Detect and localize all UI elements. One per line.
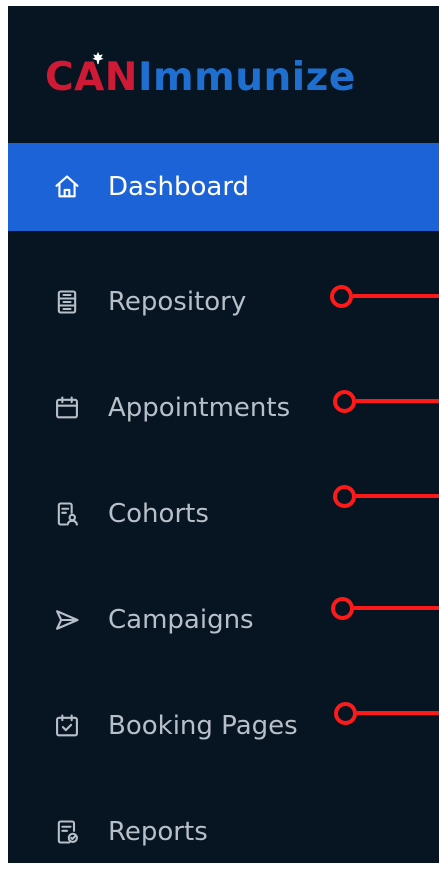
- sidebar-item-appointments[interactable]: Appointments: [8, 355, 439, 461]
- sidebar-item-dashboard[interactable]: Dashboard: [8, 143, 439, 231]
- canimmunize-logo[interactable]: CAN Immunize: [45, 48, 356, 106]
- calendar-check-icon: [52, 711, 82, 741]
- sidebar-item-campaigns[interactable]: Campaigns: [8, 567, 439, 673]
- sidebar-item-label: Reports: [108, 817, 208, 847]
- sidebar-item-label: Booking Pages: [108, 711, 298, 741]
- calendar-icon: [52, 393, 82, 423]
- home-icon: [52, 172, 82, 202]
- cohorts-icon: [52, 499, 82, 529]
- sidebar-item-reports[interactable]: Reports: [8, 779, 439, 885]
- sidebar-item-label: Appointments: [108, 393, 291, 423]
- report-icon: [52, 817, 82, 847]
- sidebar-item-label: Repository: [108, 287, 247, 317]
- send-icon: [52, 605, 82, 635]
- sidebar-item-booking-pages[interactable]: Booking Pages: [8, 673, 439, 779]
- sidebar-item-label: Dashboard: [108, 172, 250, 202]
- sidebar-nav: Dashboard Repository Appointments Cohort…: [8, 143, 439, 885]
- logo-text-can: CAN: [45, 54, 138, 100]
- sidebar-item-repository[interactable]: Repository: [8, 249, 439, 355]
- logo-text-immunize: Immunize: [137, 54, 356, 100]
- sidebar-item-label: Campaigns: [108, 605, 254, 635]
- sidebar-item-label: Cohorts: [108, 499, 209, 529]
- sidebar: CAN Immunize Dashboard Repository Appoin…: [8, 6, 439, 863]
- repository-icon: [52, 287, 82, 317]
- sidebar-item-cohorts[interactable]: Cohorts: [8, 461, 439, 567]
